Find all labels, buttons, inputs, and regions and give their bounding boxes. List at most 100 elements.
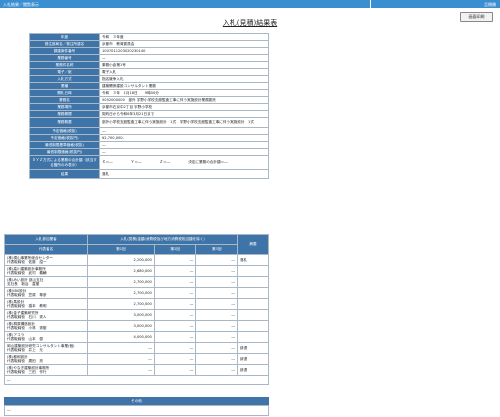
bid-remark (237, 265, 269, 277)
bidder-name: (株)IBS設計 代表取締役 笠原 尊彦 (4, 287, 88, 299)
info-label: 業務期間 (29, 110, 100, 118)
bid-round-2: ― (153, 265, 197, 277)
bid-round-2: ― (153, 320, 197, 332)
info-label: 電子／紙 (29, 68, 100, 76)
remarks-header: 摘要 (237, 234, 269, 255)
info-row: 開札日時 令和 ３年 1月18日 9時00分 (29, 89, 269, 97)
info-row: 業務番号 ― (29, 54, 269, 62)
close-link[interactable]: 且閉鎖 (484, 2, 496, 8)
bid-round-3: ― (195, 309, 238, 321)
bid-round-1: 4,000,000 (87, 331, 155, 343)
info-row: 業務期間 契約日から令和6年3月21日まで (29, 110, 269, 118)
info-value: ― (99, 127, 269, 135)
table-row: (株)金子建築研究所 代表取締役 石川 秀人 3,000,000 ― ― (4, 309, 269, 321)
info-row: 予定価格(税抜) ― (29, 127, 269, 135)
info-row: 電子／紙 電子入札 (29, 68, 269, 76)
table-row: (株)アコラ 代表取締役 山本 優 4,000,000 ― ― (4, 331, 269, 343)
bid-round-2: ― (153, 287, 197, 299)
bidder-name: (株)金子建築研究所 代表取締役 石川 秀人 (4, 309, 88, 321)
table-row: (株)みい設計 部山支社 支社長 新谷 直樹 2,700,000 ― ― (4, 276, 269, 288)
bid-round-2: ― (153, 254, 197, 266)
bidder-name: 岡山建築設計研究コンサルタント事業(個) 代表取締役 井上 元 (4, 342, 88, 354)
bid-remark (237, 298, 269, 310)
other-section: その他 ― (4, 397, 269, 416)
bid-round-3: ― (195, 320, 238, 332)
info-label: 業務件名称 (29, 61, 100, 69)
table-row: (株)IBS設計 代表取締役 笠原 尊彦 2,700,000 ― ― (4, 287, 269, 299)
bid-round-1: 2,200,000 (87, 254, 155, 266)
bid-round-1: 2,700,000 (87, 276, 155, 288)
info-label: 発注部局名／発注所属名 (29, 40, 100, 48)
bid-round-3: ― (195, 254, 238, 266)
top-bar: 入札結果／閲覧表示 且閉鎖 (0, 0, 500, 8)
info-row: 業務件名称 乗務小倉第1号 (29, 61, 269, 69)
bid-round-3: ― (195, 287, 238, 299)
info-label: 予定価格(税抜円) (29, 134, 100, 142)
info-label: 業務番号 (29, 54, 100, 62)
info-row: 業務名 5052000000 部外 宇野小学校支館監査工事に伴う実施設計業務委託 (29, 96, 269, 104)
info-value: ― (99, 54, 269, 62)
info-row: 業務概要 部外小学校支館監査工事に伴う実施設計 1式 宇野小学校支館監査工事に伴う… (29, 117, 269, 128)
info-row: ＸＹＺ方式による業務の合計額（該当する箇所のみ表示） Ｘ＝― Ｙ＝― Ｚ＝― 決定… (29, 155, 269, 170)
table-row: 岡山建築設計研究コンサルタント事業(個) 代表取締役 井上 元 ― ― ― 辞退 (4, 342, 269, 354)
info-label: 年度 (29, 33, 100, 41)
round-header: 第2回 (153, 244, 197, 255)
info-label: 最低制限価格(税抜円) (29, 148, 100, 156)
info-table: 年度 令和 ３年度 発注部局名／発注所属名 京都市 教育委員会 調達案件番号 100701… (29, 33, 269, 179)
info-row: 最低制限価格(税抜円) ― (29, 148, 269, 156)
bid-remark (237, 276, 269, 288)
bid-round-3: ― (195, 364, 238, 376)
bid-remark (237, 320, 269, 332)
info-value: 指名競争入札 (99, 75, 269, 83)
bid-remark: 落札 (237, 254, 269, 266)
bid-round-3: ― (195, 342, 238, 354)
bid-round-2: ― (153, 298, 197, 310)
bidder-name: (株)現山事業所総合センター 代表取締役 佐藤 詔一 (4, 254, 88, 266)
bidder-name: (株)桐原構造設計 代表取締役 小林 秀樹 (4, 320, 88, 332)
info-value: 5052000000 部外 宇野小学校支館監査工事に伴う実施設計業務委託 (99, 96, 269, 104)
bid-remark: 辞退 (237, 364, 269, 376)
bid-round-3: ― (195, 298, 238, 310)
info-label: 開札日時 (29, 89, 100, 97)
bid-round-3: ― (195, 331, 238, 343)
info-label: 入札方式 (29, 75, 100, 83)
info-label: 調達案件番号 (29, 47, 100, 55)
info-label: 結果 (29, 169, 100, 179)
other-value: ― (4, 405, 269, 416)
info-value: ― (99, 141, 269, 149)
bid-round-1: 2,700,000 (87, 298, 155, 310)
bid-round-2: ― (153, 276, 197, 288)
bidder-name: (株)高川建築設計事務所 代表取締役 武村 義輔 (4, 265, 88, 277)
bid-round-1: 2,680,000 (87, 265, 155, 277)
bid-round-1: 2,700,000 (87, 287, 155, 299)
bidder-name: (株)やなぎ建築設計事務所 代表取締役 三田 作行 (4, 364, 88, 376)
info-label: 最低制限基準価格(税抜) (29, 141, 100, 149)
bid-round-1: ― (87, 342, 155, 354)
bid-round-1: ― (87, 353, 155, 365)
info-value: 1007011203020230140 (99, 47, 269, 55)
info-label: 業務場所 (29, 103, 100, 111)
table-row: (株)都和設計 代表取締役 廣田 亮 ― ― ― 辞退 (4, 353, 269, 365)
info-row: 調達案件番号 1007011203020230140 (29, 47, 269, 55)
bid-round-1: 3,000,000 (87, 309, 155, 321)
table-row: (株)馬設計 代表取締役 橋本 教明 2,700,000 ― ― (4, 298, 269, 310)
info-value: 乗務小倉第1号 (99, 61, 269, 69)
bidder-name: (株)みい設計 部山支社 支社長 新谷 直樹 (4, 276, 88, 288)
info-label: 業務概要 (29, 117, 100, 128)
info-row: 年度 令和 ３年度 (29, 33, 269, 41)
price-header: 入札(見積)金額(消費税及び地方消費税相当額を除く) (87, 234, 238, 245)
bid-round-2: ― (153, 342, 197, 354)
info-value: Ｘ＝― Ｙ＝― Ｚ＝― 決定に業務の合計額＝― (99, 155, 269, 170)
bidder-name: (株)アコラ 代表取締役 山本 優 (4, 331, 88, 343)
info-value: 令和 ３年度 (99, 33, 269, 41)
table-row: (株)高川建築設計事務所 代表取締役 武村 義輔 2,680,000 ― ― (4, 265, 269, 277)
info-value: 京都市 教育委員会 (99, 40, 269, 48)
bid-round-1: ― (87, 364, 155, 376)
other-heading: その他 (4, 397, 269, 405)
info-row: 発注部局名／発注所属名 京都市 教育委員会 (29, 40, 269, 48)
bid-round-2: ― (153, 364, 197, 376)
bid-round-3: ― (195, 276, 238, 288)
info-value: 京都市右京中2丁目 宇野小学校 (99, 103, 269, 111)
bid-results-table: 入札参加業者 入札(見積)金額(消費税及び地方消費税相当額を除く) 摘要 代表者… (4, 234, 269, 385)
info-value: 部外小学校支館監査工事に伴う実施設計 1式 宇野小学校支館監査工事に伴う実施設計… (99, 117, 269, 128)
